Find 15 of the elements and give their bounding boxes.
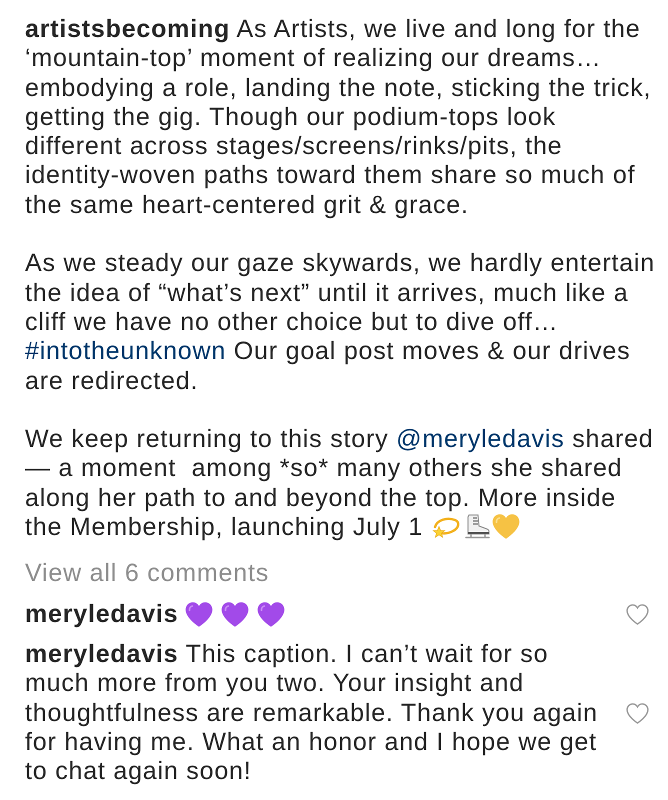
username-link[interactable]: artistsbecoming [25,15,230,43]
like-heart-icon[interactable] [626,702,649,724]
caption-paragraph: We keep returning to this story @meryledavis shared — a moment among *so* many others she shared along her path to and beyond the top. More inside the Membership, launching July 1 [25,425,654,542]
heart-emoji-icon [490,513,521,540]
like-heart-icon[interactable] [626,604,649,625]
heart-emoji-icon [256,600,286,628]
heart-emoji-icon [184,600,214,628]
comment-text: meryledavis This caption. I can’t wait for so much more from you two. Your insight and thoughtfulness are remarkable. Thank you again for having me. What an honor and I hope we get to chat again soon! [25,640,599,786]
mention-link[interactable]: @meryledavis [396,425,564,454]
username-link[interactable]: meryledavis [25,600,178,629]
caption-paragraph: artistsbecoming As Artists, we live and long for the ‘mountain-top’ moment of realizing our dreams… embodying a role, landing the note, sticking the trick, getting the gig. Though our podium-tops look different across stages/screens/rinks/pits, the identity-woven paths toward them share so much of the same heart-centered grit & grace. [25,15,652,220]
hashtag-link[interactable]: #intotheunknown [25,337,226,366]
username-link[interactable]: meryledavis [25,640,178,668]
caption-paragraph: As we steady our gaze skywards, we hardly entertain the idea of “what’s next” until it arrives, much like a cliff we have no other choice but to dive off… #intotheunknown Our goal post moves & our drives are redirected. [25,249,656,396]
heart-emoji-icon [220,600,250,628]
